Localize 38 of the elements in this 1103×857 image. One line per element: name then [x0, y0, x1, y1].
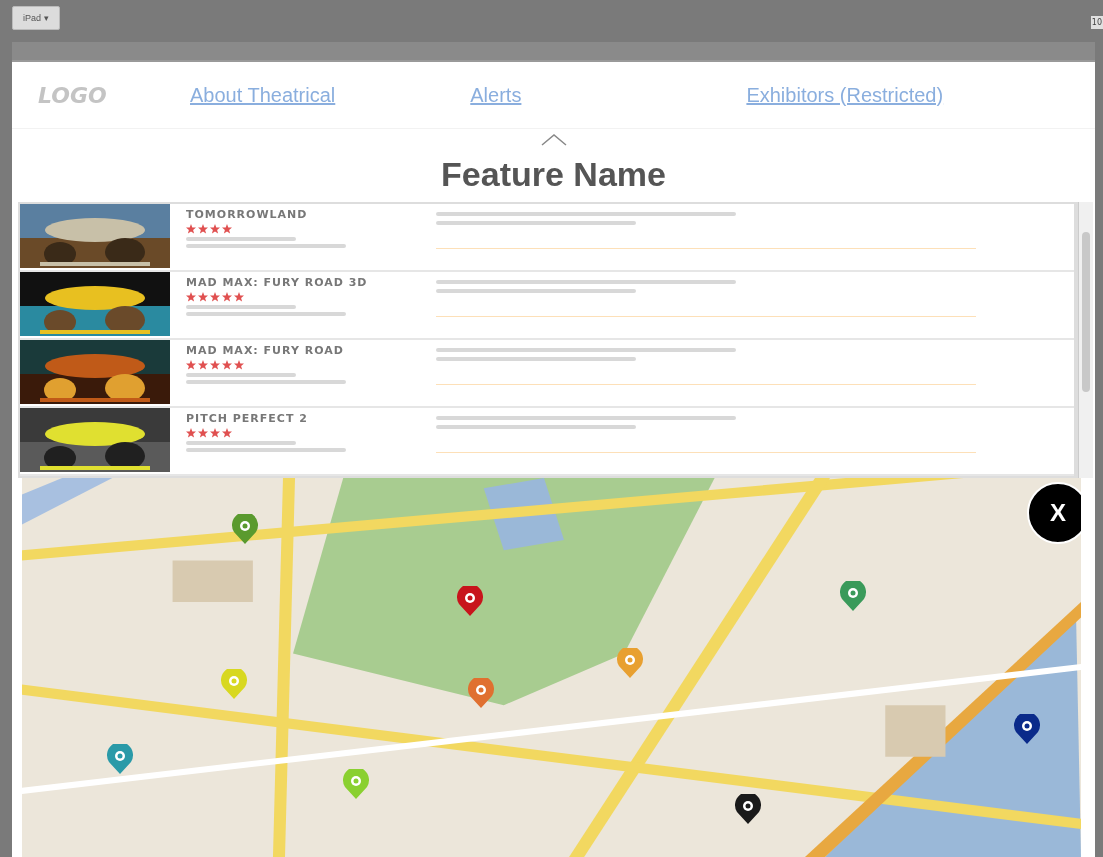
- star-icon: [234, 292, 244, 302]
- star-icon: [210, 428, 220, 438]
- zoom-label: 10: [1090, 16, 1103, 29]
- movie-title: TOMORROWLAND: [186, 208, 309, 221]
- star-icon: [222, 360, 232, 370]
- movie-title: MAD MAX: FURY ROAD: [186, 344, 345, 357]
- scrollbar-thumb[interactable]: [1082, 232, 1090, 392]
- star-icon: [210, 292, 220, 302]
- star-icon: [186, 360, 196, 370]
- star-icon: [222, 428, 232, 438]
- collapse-caret-icon[interactable]: [539, 133, 568, 147]
- star-icon: [198, 360, 208, 370]
- map-pin-icon[interactable]: [1011, 714, 1043, 744]
- star-icon: [222, 292, 232, 302]
- scrollbar[interactable]: [1078, 202, 1093, 478]
- movie-title: PITCH PERFECT 2: [186, 412, 309, 425]
- movie-row[interactable]: MAD MAX: FURY ROAD: [20, 340, 1074, 408]
- logo: LOGO: [38, 82, 108, 108]
- movie-row[interactable]: TOMORROWLAND: [20, 204, 1074, 272]
- device-dropdown[interactable]: iPad ▾: [12, 6, 60, 30]
- map-pin-icon[interactable]: [732, 794, 764, 824]
- nav-link[interactable]: About Theatrical: [190, 83, 336, 107]
- movie-row[interactable]: MAD MAX: FURY ROAD 3D: [20, 272, 1074, 340]
- star-icon: [222, 224, 232, 234]
- star-icon: [210, 360, 220, 370]
- movie-row[interactable]: PITCH PERFECT 2: [20, 408, 1074, 476]
- star-icon: [198, 428, 208, 438]
- star-icon: [198, 224, 208, 234]
- nav-link[interactable]: Exhibitors (Restricted): [746, 83, 944, 107]
- star-icon: [210, 224, 220, 234]
- star-icon: [198, 292, 208, 302]
- feature-title: Feature Name: [440, 155, 667, 194]
- star-icon: [186, 224, 196, 234]
- star-icon: [186, 292, 196, 302]
- nav-link[interactable]: Alerts: [470, 83, 522, 107]
- star-icon: [234, 360, 244, 370]
- movie-title: MAD MAX: FURY ROAD 3D: [186, 276, 369, 289]
- star-icon: [186, 428, 196, 438]
